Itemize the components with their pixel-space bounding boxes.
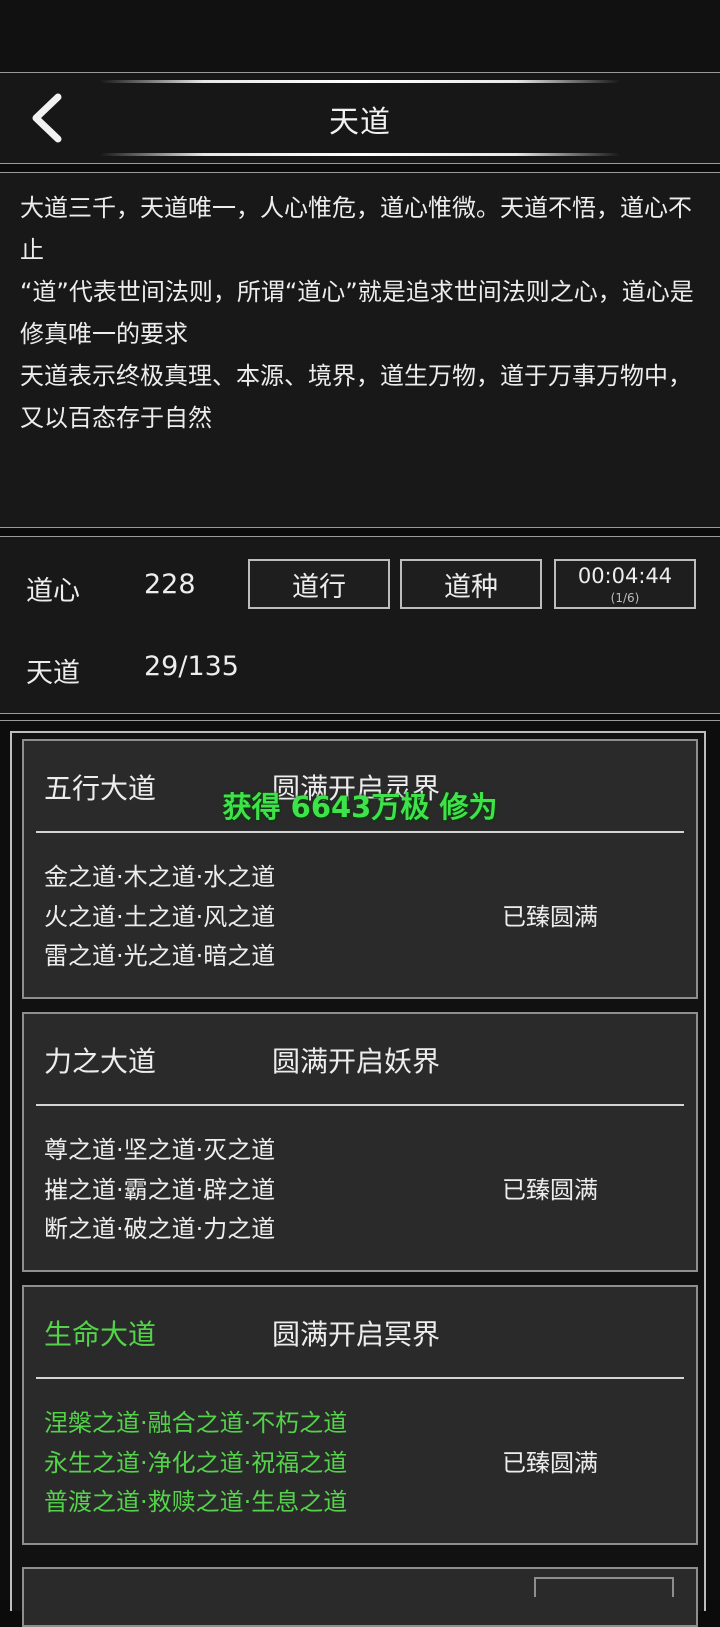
dao-list-area: 五行大道 圆满开启灵界 金之道·木之道·水之道 火之道·土之道·风之道 雷之道·… [0,720,720,1627]
dao-card-wuxing[interactable]: 五行大道 圆满开启灵界 金之道·木之道·水之道 火之道·土之道·风之道 雷之道·… [22,739,698,999]
status-bar-area [0,0,720,72]
dao-line: 金之道·木之道·水之道 [44,863,276,891]
description-panel: 大道三千，天道唯一，人心惟危，道心惟微。天道不悟，道心不止 “道”代表世间法则，… [0,172,720,528]
header-glow-bottom [100,153,620,156]
dao-card-title: 生命大道 [44,1318,157,1351]
dao-card-shengming[interactable]: 生命大道 圆满开启冥界 涅槃之道·融合之道·不朽之道 永生之道·净化之道·祝福之… [22,1285,698,1545]
dao-line: 涅槃之道·融合之道·不朽之道 [44,1409,348,1437]
daoxing-button[interactable]: 道行 [248,559,390,609]
dao-line: 尊之道·坚之道·灭之道 [44,1136,276,1164]
divider [36,1104,684,1106]
header-glow-top [100,80,620,83]
dao-card-title: 力之大道 [44,1045,157,1078]
dao-card-unlock: 圆满开启灵界 [272,772,441,805]
dao-card-tab [534,1577,674,1597]
dao-line: 火之道·土之道·风之道 [44,903,276,931]
divider [36,831,684,833]
timer-countdown: 00:04:44 [577,564,673,588]
dao-list[interactable]: 五行大道 圆满开启灵界 金之道·木之道·水之道 火之道·土之道·风之道 雷之道·… [10,731,706,1627]
header-bar: 天道 [0,72,720,164]
dao-card-unlock: 圆满开启妖界 [272,1045,441,1078]
stats-panel: 道心 228 道行 道种 00:04:44 (1/6) 天道 29/135 [0,536,720,714]
page-title: 天道 [329,105,391,140]
dao-card-unlock: 圆满开启冥界 [272,1318,441,1351]
dao-card-status: 已臻圆满 [502,1449,598,1477]
dao-card-li[interactable]: 力之大道 圆满开启妖界 尊之道·坚之道·灭之道 摧之道·霸之道·辟之道 断之道·… [22,1012,698,1272]
description-line: “道”代表世间法则，所谓“道心”就是追求世间法则之心，道心是修真唯一的要求 [20,278,694,348]
daozhong-button[interactable]: 道种 [400,559,542,609]
divider [36,1377,684,1379]
description-line: 大道三千，天道唯一，人心惟危，道心惟微。天道不悟，道心不止 [20,194,692,264]
daoxin-label: 道心 [26,576,80,607]
dao-line: 断之道·破之道·力之道 [44,1215,276,1243]
daozhong-button-label: 道种 [444,571,498,603]
timer-count: (1/6) [610,591,640,605]
dao-line: 普渡之道·救赎之道·生息之道 [44,1488,348,1516]
dao-line: 永生之道·净化之道·祝福之道 [44,1449,348,1477]
tiandao-value: 29/135 [144,651,239,682]
timer-button[interactable]: 00:04:44 (1/6) [554,559,696,609]
dao-line: 雷之道·光之道·暗之道 [44,942,276,970]
daoxin-value: 228 [144,569,196,600]
dao-card-status: 已臻圆满 [502,903,598,931]
dao-card-partial[interactable] [22,1567,698,1627]
daoxing-button-label: 道行 [292,571,346,603]
dao-card-status: 已臻圆满 [502,1176,598,1204]
tiandao-label: 天道 [26,658,80,689]
dao-card-title: 五行大道 [44,772,157,805]
description-line: 天道表示终极真理、本源、境界，道生万物，道于万事万物中，又以百态存于自然 [20,362,692,432]
dao-line: 摧之道·霸之道·辟之道 [44,1176,276,1204]
